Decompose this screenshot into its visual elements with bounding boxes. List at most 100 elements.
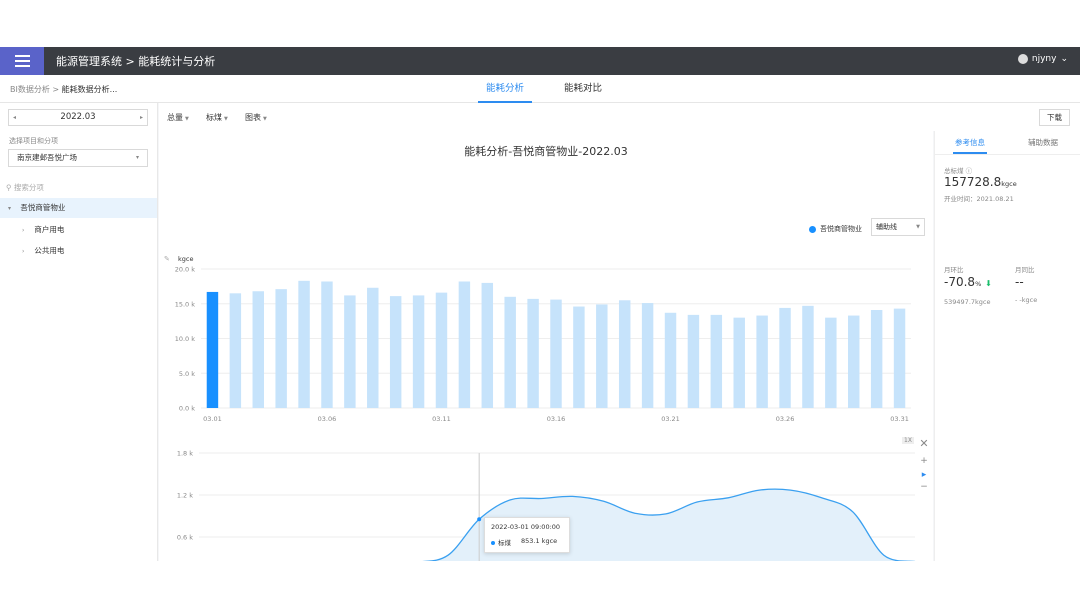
arrow-down-icon: ⬇ bbox=[985, 279, 992, 288]
mom-unit: % bbox=[975, 280, 982, 288]
project-select[interactable]: 南京建邺吾悦广场 ▾ bbox=[8, 149, 148, 167]
bar-03-21 bbox=[664, 312, 677, 408]
coal-dropdown[interactable]: 标煤 ▼ bbox=[206, 112, 228, 123]
tab-energy-analysis[interactable]: 能耗分析 bbox=[478, 75, 533, 103]
bar-03-26 bbox=[779, 307, 791, 408]
mom-number: -70.8 bbox=[944, 275, 976, 289]
breadcrumb-current: 能耗数据分析... bbox=[61, 85, 118, 94]
search-icon: ⚲ bbox=[6, 183, 12, 192]
total-coal-label: 总标煤 ⓘ bbox=[944, 167, 973, 175]
bar-y-axis-label: kgce bbox=[178, 255, 193, 263]
zoom-in-icon[interactable]: + bbox=[916, 456, 932, 466]
bar-03-20 bbox=[641, 303, 654, 408]
tooltip-row: 标煤 853.1 kgce bbox=[491, 537, 563, 547]
bar-03-17 bbox=[573, 306, 585, 408]
area-y-tick-label: 1.2 k bbox=[177, 492, 193, 500]
bar-x-tick-label: 03.31 bbox=[890, 415, 909, 423]
bar-03-19 bbox=[618, 300, 631, 408]
main-tabs: 能耗分析 能耗对比 bbox=[478, 75, 610, 103]
bar-03-18 bbox=[596, 304, 608, 408]
next-month-icon[interactable]: ▸ bbox=[140, 110, 143, 125]
total-dropdown[interactable]: 总量 ▼ bbox=[167, 112, 189, 123]
bar-03-16 bbox=[550, 299, 562, 408]
tab-aux-data[interactable]: 辅助数据 bbox=[1028, 137, 1058, 148]
chart-legend[interactable]: 吾悦商管物业 bbox=[809, 224, 862, 234]
area-y-tick-label: 1.8 k bbox=[177, 450, 193, 458]
month-value: 2022.03 bbox=[60, 112, 96, 122]
caret-down-icon: ▾ bbox=[135, 154, 139, 161]
bar-03-01 bbox=[206, 291, 219, 408]
bar-x-tick-label: 03.16 bbox=[547, 415, 566, 423]
tab-energy-compare[interactable]: 能耗对比 bbox=[556, 75, 610, 103]
bar-x-tick-label: 03.01 bbox=[203, 415, 222, 423]
tab-underline bbox=[953, 152, 987, 154]
chart-controls: ✕ + ▸ − bbox=[916, 437, 932, 492]
zoom-level-badge: 1X bbox=[902, 437, 914, 444]
download-button[interactable]: 下载 bbox=[1039, 109, 1070, 126]
tree-toggle-icon[interactable]: › bbox=[22, 242, 32, 262]
aux-line-select[interactable]: 辅助线 ▼ bbox=[871, 218, 925, 236]
mom-sub: 539497.7kgce bbox=[944, 298, 991, 306]
menu-icon[interactable] bbox=[0, 47, 44, 75]
caret-down-icon: ▼ bbox=[916, 224, 920, 230]
bar-03-02 bbox=[229, 293, 242, 408]
aux-line-value: 辅助线 bbox=[876, 223, 897, 231]
open-time: 开业时间：2021.08.21 bbox=[944, 195, 1014, 203]
search-input[interactable]: ⚲ 搜索分项 bbox=[6, 182, 44, 193]
tree-item-tenant-power[interactable]: › 商户用电 bbox=[0, 220, 157, 240]
sub-bar: BI数据分析 > 能耗数据分析... 能耗分析 能耗对比 bbox=[0, 75, 1080, 103]
top-bar: 能源管理系统 > 能耗统计与分析 njyny ⌄ bbox=[0, 47, 1080, 75]
total-label: 总量 bbox=[167, 113, 183, 122]
info-tabs: 参考信息 辅助数据 bbox=[935, 131, 1080, 155]
avatar-icon bbox=[1017, 54, 1028, 64]
bar-x-tick-label: 03.06 bbox=[318, 415, 337, 423]
total-value-unit: kgce bbox=[1001, 180, 1017, 188]
tree-item-public-power[interactable]: › 公共用电 bbox=[0, 241, 157, 261]
coal-label: 标煤 bbox=[206, 113, 222, 122]
mom-value: -70.8% ⬇ bbox=[944, 275, 992, 289]
tree-toggle-icon[interactable]: › bbox=[22, 221, 32, 241]
yoy-label: 月同比 bbox=[1015, 266, 1035, 274]
zoom-out-icon[interactable]: − bbox=[916, 482, 932, 492]
tree-item-wuyue[interactable]: ▾ 吾悦商管物业 bbox=[0, 198, 157, 218]
bar-03-09 bbox=[389, 296, 402, 408]
info-panel: 参考信息 辅助数据 总标煤 ⓘ 157728.8kgce 开业时间：2021.0… bbox=[934, 131, 1080, 561]
bar-03-12 bbox=[458, 281, 471, 408]
legend-dot bbox=[809, 225, 816, 233]
user-menu[interactable]: njyny ⌄ bbox=[1017, 54, 1068, 64]
chart-panel: 能耗分析-吾悦商管物业-2022.03 0.0 k 5.0 k 10.0 k 15.0… bbox=[159, 131, 933, 561]
edit-icon: ✎ bbox=[164, 255, 170, 263]
bar-03-04 bbox=[275, 289, 287, 408]
chevron-down-icon: ⌄ bbox=[1060, 54, 1068, 64]
tab-reference-info[interactable]: 参考信息 bbox=[955, 137, 985, 148]
yoy-value: -- bbox=[1015, 275, 1024, 289]
bar-03-27 bbox=[802, 305, 814, 408]
tree-toggle-icon[interactable]: ▾ bbox=[8, 199, 18, 219]
bar-03-08 bbox=[367, 287, 379, 408]
breadcrumb: BI数据分析 > 能耗数据分析... bbox=[10, 84, 117, 95]
project-value: 南京建邺吾悦广场 bbox=[17, 153, 77, 162]
tooltip-point bbox=[477, 517, 482, 522]
charts-svg: 0.0 k 5.0 k 10.0 k 15.0 k 20.0 k kgce ✎ 03.01 03… bbox=[164, 255, 916, 561]
play-icon[interactable]: ▸ bbox=[916, 470, 932, 480]
bar-03-15 bbox=[527, 298, 539, 408]
project-label: 选择项目和分项 bbox=[9, 137, 58, 145]
bar-y-tick-label: 5.0 k bbox=[179, 370, 195, 378]
bar-03-23 bbox=[710, 314, 723, 408]
bar-03-29 bbox=[848, 315, 860, 408]
close-icon[interactable]: ✕ bbox=[916, 437, 932, 450]
caret-down-icon: ▼ bbox=[263, 116, 267, 122]
prev-month-icon[interactable]: ◂ bbox=[13, 110, 16, 125]
chart-dropdown[interactable]: 图表 ▼ bbox=[245, 112, 267, 123]
month-picker[interactable]: ◂ 2022.03 ▸ bbox=[8, 109, 148, 126]
legend-label: 吾悦商管物业 bbox=[820, 225, 862, 233]
bar-03-06 bbox=[321, 281, 333, 408]
bar-x-tick-label: 03.26 bbox=[776, 415, 795, 423]
breadcrumb-parent[interactable]: BI数据分析 > bbox=[10, 85, 62, 94]
bar-03-22 bbox=[687, 314, 700, 408]
caret-down-icon: ▼ bbox=[224, 116, 228, 122]
bar-03-11 bbox=[435, 292, 448, 408]
bar-x-tick-label: 03.21 bbox=[661, 415, 680, 423]
total-coal-value: 157728.8kgce bbox=[944, 175, 1017, 189]
tooltip-series-name: 标煤 bbox=[498, 539, 511, 547]
